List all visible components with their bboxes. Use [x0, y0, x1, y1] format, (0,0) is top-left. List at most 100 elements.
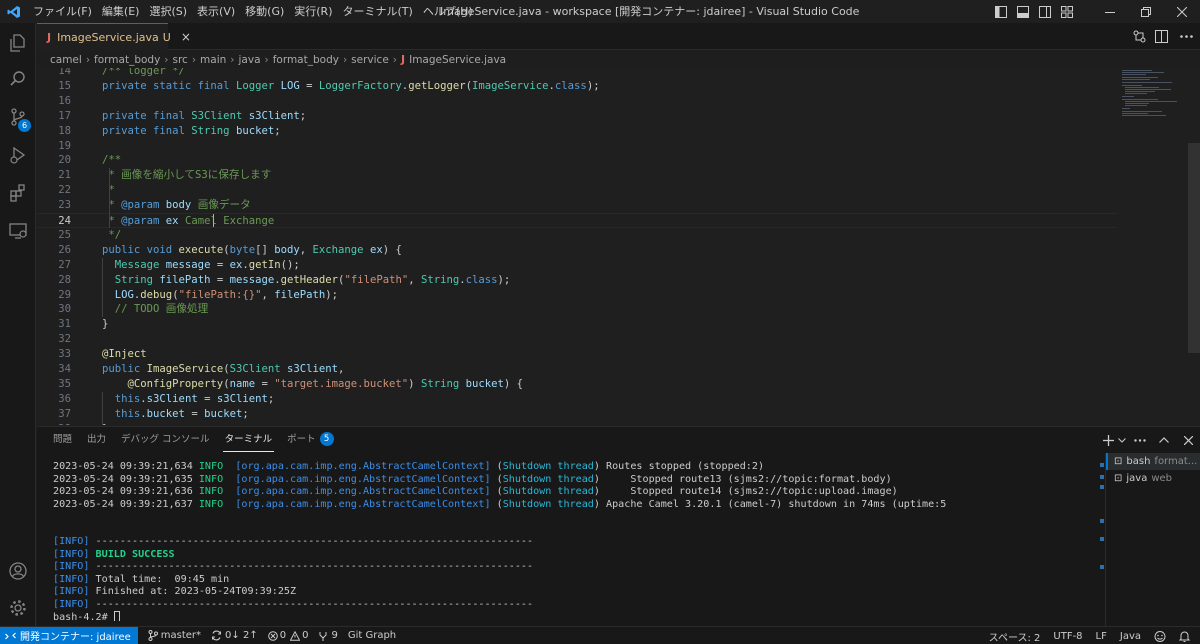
- line-number: 25: [58, 228, 71, 241]
- code-line[interactable]: 20 /**: [37, 153, 1117, 168]
- code-line[interactable]: 29 LOG.debug("filePath:{}", filePath);: [37, 288, 1117, 303]
- breadcrumb-item[interactable]: service: [351, 54, 389, 66]
- indentation-indicator[interactable]: スペース: 2: [989, 629, 1041, 644]
- remote-indicator[interactable]: 開発コンテナー: jdairee: [0, 626, 138, 644]
- code-line[interactable]: 15 private static final Logger LOG = Logg…: [37, 79, 1117, 94]
- tab-problems[interactable]: 問題: [53, 427, 72, 453]
- code-line[interactable]: 37 this.bucket = bucket;: [37, 407, 1117, 422]
- terminal-line: [INFO] ---------------------------------…: [53, 536, 1101, 549]
- code-line-current[interactable]: 24 * @param ex Camel Exchange: [37, 213, 1117, 228]
- code-line[interactable]: 21 * 画像を縮小してS3に保存します: [37, 168, 1117, 183]
- ports-indicator[interactable]: 9: [318, 630, 338, 641]
- terminal-list-item[interactable]: ⊡ java web: [1106, 470, 1200, 487]
- notifications-bell-icon[interactable]: [1179, 630, 1190, 642]
- more-actions-icon[interactable]: [1172, 25, 1200, 48]
- code-line[interactable]: 27 Message message = ex.getIn();: [37, 258, 1117, 273]
- line-number: 36: [58, 392, 71, 405]
- code-line[interactable]: 30 // TODO 画像処理: [37, 302, 1117, 317]
- tab-terminal[interactable]: ターミナル: [222, 427, 274, 453]
- customize-layout-icon[interactable]: [1056, 0, 1078, 23]
- breadcrumb-item[interactable]: src: [173, 54, 188, 66]
- code-line[interactable]: 17 private final S3Client s3Client;: [37, 109, 1117, 124]
- close-panel-icon[interactable]: [1176, 427, 1200, 453]
- manage-gear-icon[interactable]: [0, 590, 36, 626]
- code-line[interactable]: 25 */: [37, 228, 1117, 243]
- code-line[interactable]: 36 this.s3Client = s3Client;: [37, 392, 1117, 407]
- toggle-secondary-sidebar-icon[interactable]: [1034, 0, 1056, 23]
- minimap[interactable]: [1119, 68, 1189, 128]
- remote-explorer-icon[interactable]: [0, 213, 36, 249]
- minimize-icon[interactable]: [1092, 0, 1128, 23]
- menu-go[interactable]: 移動(G): [240, 0, 289, 23]
- breadcrumb-item[interactable]: format_body: [273, 54, 339, 66]
- menu-edit[interactable]: 編集(E): [97, 0, 145, 23]
- split-editor-icon[interactable]: [1150, 25, 1172, 48]
- branch-indicator[interactable]: master*: [148, 630, 201, 641]
- terminal-text: ) Stopped route14 (sjms2://topic:upload.…: [593, 486, 898, 497]
- terminal-prompt: bash-4.2#: [53, 612, 114, 621]
- line-number: 19: [58, 139, 71, 152]
- eol-indicator[interactable]: LF: [1096, 631, 1107, 642]
- breadcrumb-item[interactable]: java: [239, 54, 261, 66]
- code-editor[interactable]: 14 /** logger */ 15 private static final Lo…: [37, 68, 1200, 425]
- menu-selection[interactable]: 選択(S): [144, 0, 192, 23]
- code-line[interactable]: 26 public void execute(byte[] body, Excha…: [37, 243, 1117, 258]
- terminal-output[interactable]: 2023-05-24 09:39:21,634 INFO [org.apa.ca…: [53, 461, 1101, 621]
- new-terminal-dropdown-icon[interactable]: [1116, 427, 1128, 453]
- menu-file[interactable]: ファイル(F): [28, 0, 97, 23]
- maximize-panel-icon[interactable]: [1152, 427, 1176, 453]
- terminal-text: 2023-05-24 09:39:21,637: [53, 498, 199, 510]
- menu-run[interactable]: 実行(R): [289, 0, 337, 23]
- code-line[interactable]: 23 * @param body 画像データ: [37, 198, 1117, 213]
- new-terminal-icon[interactable]: [1100, 427, 1116, 453]
- search-icon[interactable]: [0, 61, 36, 97]
- run-debug-icon[interactable]: [0, 137, 36, 173]
- code-line[interactable]: 33 @Inject: [37, 347, 1117, 362]
- breadcrumb-separator-icon: ›: [392, 53, 397, 66]
- editor-scrollbar[interactable]: [1188, 143, 1200, 353]
- terminal-prompt-line[interactable]: bash-4.2#: [53, 611, 1101, 621]
- code-token: Exchange: [312, 243, 370, 256]
- code-line[interactable]: 14 /** logger */: [37, 68, 1117, 79]
- problems-indicator[interactable]: 0 0: [267, 630, 308, 641]
- code-line[interactable]: 38}: [37, 422, 1117, 425]
- tab-ports[interactable]: ポート 5: [287, 427, 334, 453]
- code-line[interactable]: 22 *: [37, 183, 1117, 198]
- language-indicator[interactable]: Java: [1120, 631, 1141, 642]
- toggle-panel-icon[interactable]: [1012, 0, 1034, 23]
- accounts-icon[interactable]: [0, 553, 36, 589]
- encoding-indicator[interactable]: UTF-8: [1053, 631, 1082, 642]
- source-control-icon[interactable]: 6: [0, 99, 36, 135]
- git-graph-button[interactable]: Git Graph: [348, 630, 396, 641]
- tab-output[interactable]: 出力: [87, 427, 106, 453]
- code-line[interactable]: 31}: [37, 317, 1117, 332]
- extensions-icon[interactable]: [0, 175, 36, 211]
- toggle-primary-sidebar-icon[interactable]: [990, 0, 1012, 23]
- code-line[interactable]: 32: [37, 332, 1117, 347]
- terminal-list-item[interactable]: ⊡ bash format...: [1106, 453, 1200, 470]
- sync-indicator[interactable]: 0↓ 2↑: [211, 630, 258, 641]
- breadcrumb-item[interactable]: main: [200, 54, 226, 66]
- code-line[interactable]: 34 public ImageService(S3Client s3Client,: [37, 362, 1117, 377]
- tab-imageservice-java[interactable]: J ImageService.java U ×: [37, 23, 191, 50]
- code-line[interactable]: 16: [37, 94, 1117, 109]
- breadcrumb-item[interactable]: ImageService.java: [409, 54, 506, 66]
- tab-close-icon[interactable]: ×: [181, 30, 191, 44]
- breadcrumb-item[interactable]: camel: [50, 54, 82, 66]
- tab-debug-console[interactable]: デバッグ コンソール: [121, 427, 210, 453]
- restore-icon[interactable]: [1128, 0, 1164, 23]
- panel-more-icon[interactable]: [1128, 427, 1152, 453]
- menu-terminal[interactable]: ターミナル(T): [338, 0, 418, 23]
- close-window-icon[interactable]: [1164, 0, 1200, 23]
- open-changes-icon[interactable]: [1128, 25, 1150, 48]
- line-number: 15: [58, 79, 71, 92]
- code-line[interactable]: 18 private final String bucket;: [37, 124, 1117, 139]
- breadcrumb-item[interactable]: format_body: [94, 54, 160, 66]
- code-line[interactable]: 35 @ConfigProperty(name = "target.image.…: [37, 377, 1117, 392]
- code-line[interactable]: 19: [37, 139, 1117, 154]
- code-line[interactable]: 28 String filePath = message.getHeader("…: [37, 273, 1117, 288]
- menu-view[interactable]: 表示(V): [192, 0, 240, 23]
- feedback-icon[interactable]: [1154, 630, 1166, 642]
- editor-tabs: J ImageService.java U ×: [37, 23, 1200, 50]
- explorer-icon[interactable]: [0, 25, 36, 61]
